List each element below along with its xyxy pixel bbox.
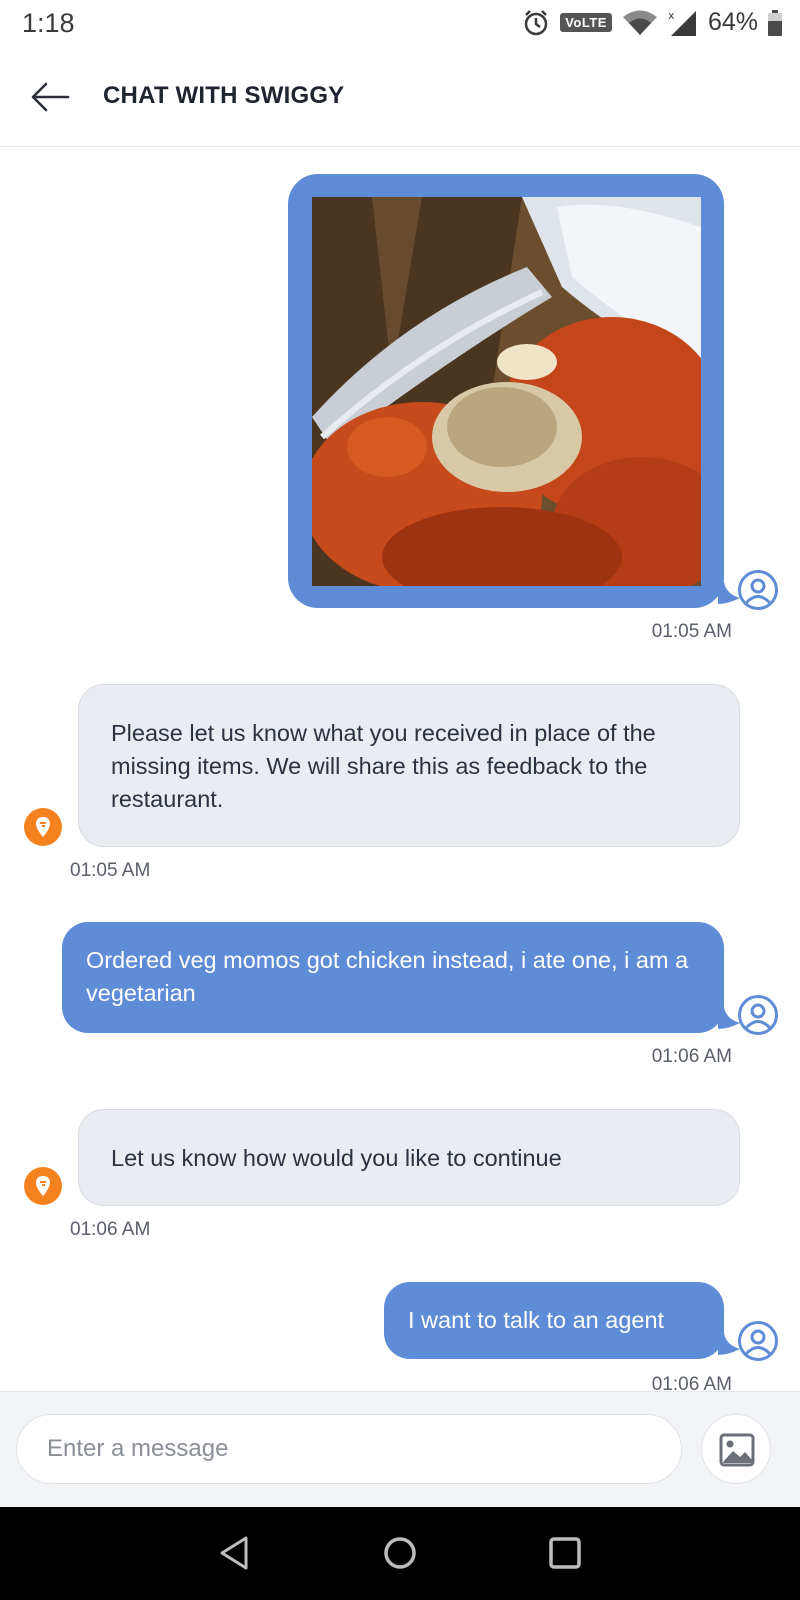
bubble-tail [718,1333,740,1355]
user-icon [744,578,772,605]
swiggy-avatar [24,808,62,846]
wifi-icon [622,10,657,35]
message-timestamp: 01:06 AM [651,1046,732,1067]
user-icon [744,1329,772,1356]
svg-text:x: x [668,9,675,22]
back-triangle-icon[interactable] [215,1533,255,1573]
battery-percent: 64% [707,8,758,36]
message-timestamp: 01:05 AM [70,860,151,881]
message-text: Ordered veg momos got chicken instead, i… [86,947,689,1006]
arrow-left-icon[interactable] [28,74,74,120]
user-avatar [738,1321,778,1361]
alarm-icon [524,9,548,35]
attach-image-button[interactable] [701,1414,771,1484]
volte-badge: VoLTE [560,13,612,32]
swiggy-avatar [24,1167,62,1205]
bubble-tail [718,582,740,604]
swiggy-logo-icon [36,1176,50,1196]
message-timestamp: 01:05 AM [651,621,732,642]
user-avatar [738,995,778,1035]
chat-header: CHAT WITH SWIGGY [0,48,800,147]
message-input[interactable] [16,1414,682,1484]
status-time: 1:18 [22,8,75,38]
swiggy-logo-icon [36,817,50,837]
message-timestamp: 01:06 AM [70,1219,151,1240]
status-icons: VoLTE x 64% [522,8,782,37]
message-composer [0,1391,800,1508]
bubble-tail [718,1007,740,1029]
message-text: Let us know how would you like to contin… [111,1145,562,1171]
cellular-signal-icon: x [668,9,696,36]
system-nav-bar [0,1507,800,1600]
momos-photo[interactable] [312,197,701,586]
message-timestamp: 01:06 AM [651,1374,732,1391]
user-icon [744,1003,772,1030]
user-bubble: I want to talk to an agent [384,1282,724,1359]
home-circle-icon[interactable] [380,1533,420,1573]
recents-square-icon[interactable] [545,1533,585,1573]
image-icon [719,1433,755,1467]
battery-icon [768,9,782,36]
user-avatar [738,570,778,610]
user-bubble: Ordered veg momos got chicken instead, i… [62,922,724,1033]
page-title: CHAT WITH SWIGGY [103,82,345,109]
message-text: Please let us know what you received in … [111,720,656,812]
chat-thread[interactable]: 01:05 AM Please let us know what you rec… [0,147,800,1391]
message-text: I want to talk to an agent [408,1307,665,1333]
bot-bubble: Please let us know what you received in … [78,684,740,847]
bot-bubble: Let us know how would you like to contin… [78,1109,740,1206]
status-bar: 1:18 VoLTE x 64% [0,0,800,48]
